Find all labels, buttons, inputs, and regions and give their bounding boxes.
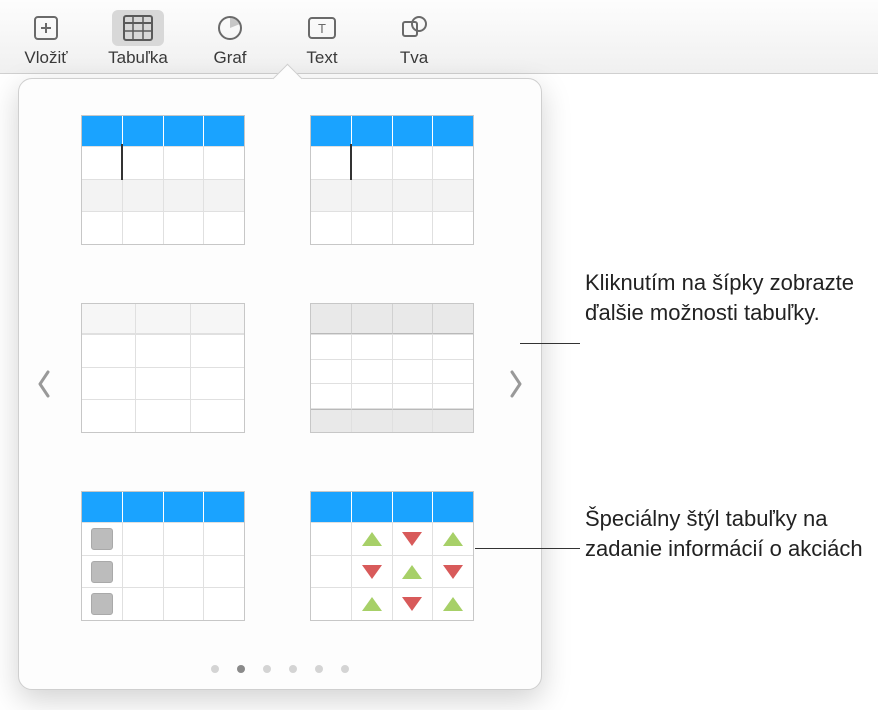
svg-text:T: T xyxy=(318,21,326,36)
pie-chart-icon xyxy=(204,10,256,46)
toolbar-table[interactable]: Tabuľka xyxy=(92,6,184,68)
table-icon xyxy=(112,10,164,46)
toolbar-chart-label: Graf xyxy=(213,48,246,68)
page-dot-4[interactable] xyxy=(289,665,297,673)
stock-down-icon xyxy=(362,565,382,579)
checkbox-icon xyxy=(91,528,113,550)
table-style-stock-arrows[interactable] xyxy=(310,491,474,621)
page-dot-6[interactable] xyxy=(341,665,349,673)
callout-line-arrows xyxy=(520,343,580,344)
stock-up-icon xyxy=(443,532,463,546)
stock-down-icon xyxy=(443,565,463,579)
plus-square-icon xyxy=(20,10,72,46)
toolbar-insert[interactable]: Vložiť xyxy=(0,6,92,68)
table-style-plain[interactable] xyxy=(81,303,245,433)
callout-arrows: Kliknutím na šípky zobrazte ďalšie možno… xyxy=(585,268,865,327)
toolbar-textbox[interactable]: T Text xyxy=(276,6,368,68)
stock-up-icon xyxy=(362,532,382,546)
callout-stock: Špeciálny štýl tabuľky na zadanie inform… xyxy=(585,504,875,563)
stock-down-icon xyxy=(402,532,422,546)
text-box-icon: T xyxy=(296,10,348,46)
toolbar-shape-label: Tva xyxy=(400,48,428,68)
callout-line-stock xyxy=(475,548,580,549)
toolbar-insert-label: Vložiť xyxy=(24,48,67,68)
stock-down-icon xyxy=(402,597,422,611)
table-styles-popover xyxy=(18,78,542,690)
shape-icon xyxy=(388,10,440,46)
toolbar-shape[interactable]: Tva xyxy=(368,6,460,68)
next-page-arrow[interactable] xyxy=(501,354,531,414)
table-style-grey-footer[interactable] xyxy=(310,303,474,433)
stock-up-icon xyxy=(362,597,382,611)
page-dot-1[interactable] xyxy=(211,665,219,673)
toolbar-chart[interactable]: Graf xyxy=(184,6,276,68)
table-style-blue-2[interactable] xyxy=(310,115,474,245)
stock-up-icon xyxy=(402,565,422,579)
toolbar-textbox-label: Text xyxy=(306,48,337,68)
toolbar-table-label: Tabuľka xyxy=(108,48,168,68)
prev-page-arrow[interactable] xyxy=(29,354,59,414)
checkbox-icon xyxy=(91,593,113,615)
table-style-grid xyxy=(81,115,479,607)
stock-up-icon xyxy=(443,597,463,611)
page-dot-5[interactable] xyxy=(315,665,323,673)
table-style-checkboxes[interactable] xyxy=(81,491,245,621)
page-dot-3[interactable] xyxy=(263,665,271,673)
toolbar: Vložiť Tabuľka Graf T Text Tva xyxy=(0,0,878,74)
page-indicator xyxy=(19,665,541,673)
page-dot-2[interactable] xyxy=(237,665,245,673)
checkbox-icon xyxy=(91,561,113,583)
table-style-blue-1[interactable] xyxy=(81,115,245,245)
